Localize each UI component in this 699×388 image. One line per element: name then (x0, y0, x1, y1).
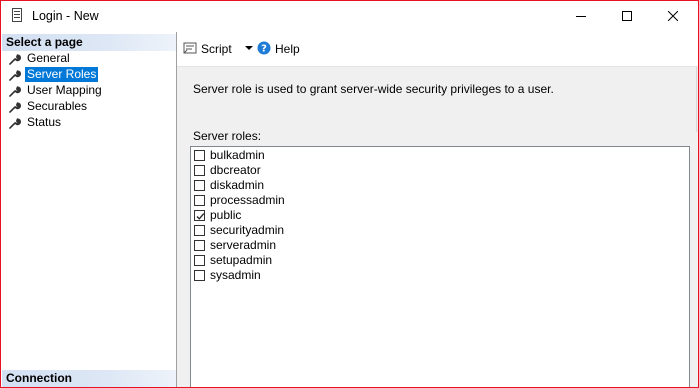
role-row-setupadmin[interactable]: setupadmin (194, 253, 272, 268)
server-roles-page: Script ? Help Server role is used to gra… (177, 32, 698, 387)
role-row-serveradmin[interactable]: serveradmin (194, 238, 276, 253)
script-icon (183, 41, 197, 58)
role-checkbox[interactable] (194, 150, 205, 161)
minimize-button[interactable] (558, 1, 604, 31)
role-checkbox[interactable] (194, 255, 205, 266)
nav-item-general[interactable]: General (1, 51, 176, 67)
role-name: processadmin (210, 193, 285, 207)
role-row-sysadmin[interactable]: sysadmin (194, 268, 261, 283)
script-label: Script (201, 42, 232, 56)
nav-item-label: Securables (27, 99, 88, 113)
nav-item-label: General (27, 51, 70, 65)
server-roles-list[interactable]: bulkadmin dbcreator diskadmin processadmin p… (190, 146, 690, 387)
role-name: diskadmin (210, 178, 265, 192)
role-name: dbcreator (210, 163, 261, 177)
document-icon (12, 8, 22, 22)
svg-text:?: ? (261, 43, 267, 54)
login-dialog: Login - New Select a page General Server… (0, 0, 699, 388)
role-checkbox[interactable] (194, 225, 205, 236)
role-name: bulkadmin (210, 148, 265, 162)
nav-item-label: User Mapping (27, 83, 102, 97)
role-row-securityadmin[interactable]: securityadmin (194, 223, 284, 238)
role-name: public (210, 208, 242, 222)
nav-item-label: Status (27, 115, 62, 129)
script-dropdown-arrow[interactable] (245, 46, 253, 50)
wrench-icon (9, 69, 21, 81)
role-name: serveradmin (210, 238, 277, 252)
role-checkbox[interactable] (194, 195, 205, 206)
close-button[interactable] (650, 1, 696, 31)
checkmark-icon (196, 213, 205, 220)
maximize-button[interactable] (604, 1, 650, 31)
toolbar: Script ? Help (177, 32, 698, 67)
script-button[interactable]: Script (183, 41, 232, 57)
role-name: securityadmin (210, 223, 285, 237)
divider (696, 67, 697, 132)
role-row-diskadmin[interactable]: diskadmin (194, 178, 264, 193)
nav-item-status[interactable]: Status (1, 115, 176, 131)
server-roles-label: Server roles: (193, 129, 262, 143)
select-page-header: Select a page (2, 34, 176, 51)
role-checkbox[interactable] (194, 210, 205, 221)
maximize-icon (622, 11, 632, 21)
role-row-dbcreator[interactable]: dbcreator (194, 163, 261, 178)
nav-item-user-mapping[interactable]: User Mapping (1, 83, 176, 99)
role-row-bulkadmin[interactable]: bulkadmin (194, 148, 265, 163)
role-name: sysadmin (210, 268, 261, 282)
page-list: General Server Roles User Mapping Secura… (1, 51, 176, 131)
wrench-icon (9, 117, 21, 129)
role-name: setupadmin (210, 253, 273, 267)
role-checkbox[interactable] (194, 165, 205, 176)
role-checkbox[interactable] (194, 180, 205, 191)
window-title: Login - New (32, 9, 99, 23)
help-icon: ? (257, 41, 271, 58)
title-bar[interactable]: Login - New (1, 1, 698, 31)
close-icon (668, 11, 678, 21)
wrench-icon (9, 53, 21, 65)
wrench-icon (9, 85, 21, 97)
nav-item-label: Server Roles (25, 67, 99, 82)
role-checkbox[interactable] (194, 240, 205, 251)
help-button[interactable]: ? Help (257, 41, 300, 57)
connection-header: Connection (2, 370, 176, 387)
role-row-public[interactable]: public (194, 208, 241, 223)
minimize-icon (576, 16, 586, 17)
role-row-processadmin[interactable]: processadmin (194, 193, 285, 208)
nav-item-securables[interactable]: Securables (1, 99, 176, 115)
page-selector-pane: Select a page General Server Roles User … (1, 32, 177, 387)
page-description: Server role is used to grant server-wide… (193, 82, 554, 96)
wrench-icon (9, 101, 21, 113)
help-label: Help (275, 42, 300, 56)
role-checkbox[interactable] (194, 270, 205, 281)
nav-item-server-roles[interactable]: Server Roles (1, 67, 176, 83)
